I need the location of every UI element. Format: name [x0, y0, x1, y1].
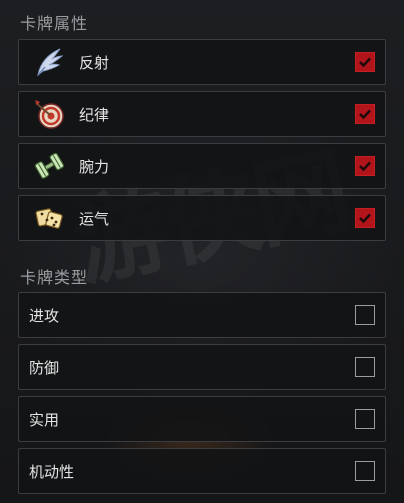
- wing-icon: [29, 42, 69, 82]
- filter-row-mobility[interactable]: 机动性: [18, 448, 386, 494]
- dice-icon: [29, 198, 69, 238]
- filter-label: 腕力: [79, 157, 110, 176]
- filter-checkbox-strength[interactable]: [355, 156, 375, 176]
- filter-label: 反射: [79, 53, 110, 72]
- filter-row-utility[interactable]: 实用: [18, 396, 386, 442]
- filter-label: 纪律: [79, 105, 110, 124]
- filter-checkbox-utility[interactable]: [355, 409, 375, 429]
- filter-row-reflex[interactable]: 反射: [18, 39, 386, 85]
- filter-label: 进攻: [29, 306, 60, 325]
- filter-checkbox-discipline[interactable]: [355, 104, 375, 124]
- filter-row-luck[interactable]: 运气: [18, 195, 386, 241]
- filter-checkbox-mobility[interactable]: [355, 461, 375, 481]
- filter-panel: 游侠网 卡牌属性 反射 纪律: [0, 0, 404, 503]
- filter-row-offense[interactable]: 进攻: [18, 292, 386, 338]
- filter-label: 机动性: [29, 462, 75, 481]
- filter-row-strength[interactable]: 腕力: [18, 143, 386, 189]
- filter-row-discipline[interactable]: 纪律: [18, 91, 386, 137]
- dumbbell-icon: [29, 146, 69, 186]
- section-title-card-types: 卡牌类型: [20, 268, 89, 287]
- filter-checkbox-defense[interactable]: [355, 357, 375, 377]
- section-title-card-attributes: 卡牌属性: [20, 14, 89, 33]
- filter-row-defense[interactable]: 防御: [18, 344, 386, 390]
- filter-label: 防御: [29, 358, 60, 377]
- filter-label: 实用: [29, 410, 60, 429]
- target-icon: [29, 94, 69, 134]
- filter-checkbox-offense[interactable]: [355, 305, 375, 325]
- filter-checkbox-reflex[interactable]: [355, 52, 375, 72]
- filter-checkbox-luck[interactable]: [355, 208, 375, 228]
- filter-label: 运气: [79, 209, 110, 228]
